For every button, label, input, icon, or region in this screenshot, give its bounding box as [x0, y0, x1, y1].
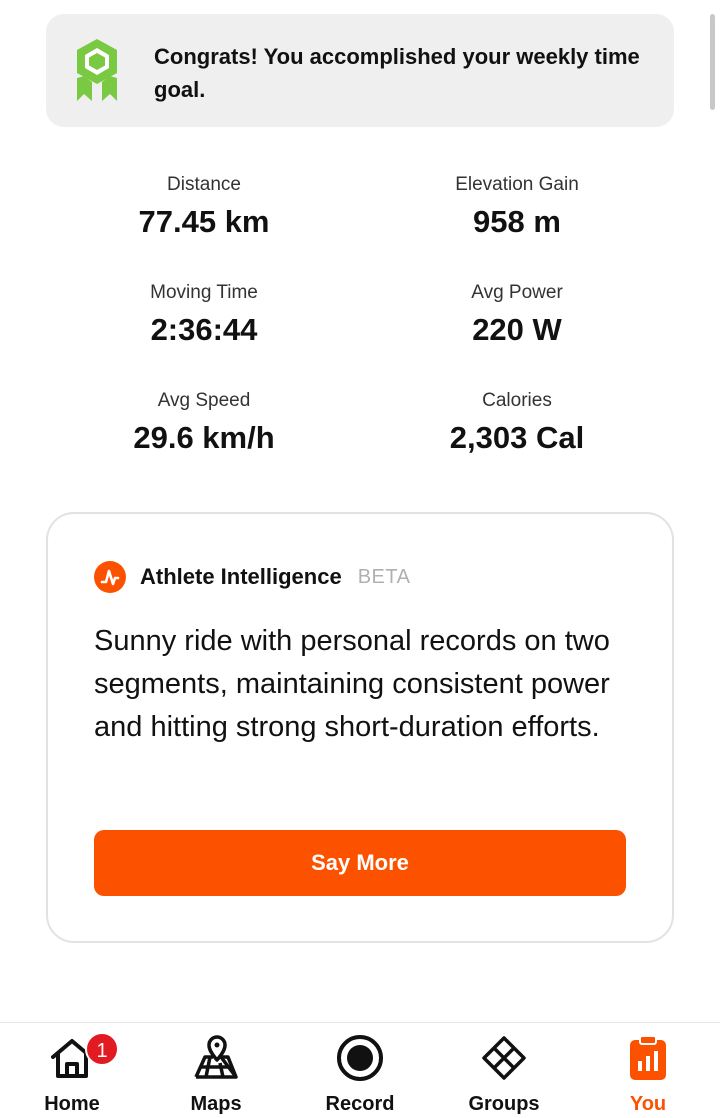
activity-detail-screen: Congrats! You accomplished your weekly t…	[0, 0, 720, 1118]
tab-label: Maps	[190, 1093, 242, 1115]
stat-value: 2:36:44	[150, 312, 258, 347]
goal-badge-icon	[77, 39, 117, 101]
stat-label: Calories	[482, 390, 552, 411]
tab-record[interactable]: Record	[288, 1023, 432, 1118]
congrats-message: Congrats! You accomplished your weekly t…	[154, 44, 640, 102]
map-icon	[194, 1035, 238, 1079]
say-more-button[interactable]: Say More	[94, 830, 626, 896]
stat-value: 220 W	[472, 312, 562, 347]
strava-logo-icon	[94, 561, 126, 593]
stat-value: 958 m	[473, 204, 561, 239]
stat-label: Elevation Gain	[455, 174, 579, 195]
athlete-intelligence-title: Athlete Intelligence	[140, 564, 342, 589]
athlete-intelligence-header: Athlete Intelligence BETA	[94, 560, 410, 594]
stat-avg-power: Avg Power 220 W	[367, 280, 667, 350]
you-icon	[630, 1035, 666, 1080]
tab-you[interactable]: You	[576, 1023, 720, 1118]
stat-label: Distance	[167, 174, 241, 195]
record-icon	[337, 1035, 383, 1081]
tab-groups[interactable]: Groups	[432, 1023, 576, 1118]
athlete-intelligence-summary: Sunny ride with personal records on two …	[94, 625, 610, 743]
stat-calories: Calories 2,303 Cal	[367, 388, 667, 458]
stat-label: Moving Time	[150, 282, 258, 303]
goal-congrats-banner: Congrats! You accomplished your weekly t…	[46, 14, 674, 127]
tab-maps[interactable]: Maps	[144, 1023, 288, 1118]
tab-label: Record	[325, 1093, 395, 1115]
stat-distance: Distance 77.45 km	[54, 172, 354, 242]
beta-badge: BETA	[357, 565, 411, 588]
stat-label: Avg Power	[471, 282, 563, 303]
stat-value: 29.6 km/h	[133, 420, 275, 455]
notification-badge: 1	[85, 1032, 119, 1066]
stat-avg-speed: Avg Speed 29.6 km/h	[54, 388, 354, 458]
stat-value: 2,303 Cal	[449, 420, 585, 455]
stat-label: Avg Speed	[157, 390, 251, 411]
tab-label: Groups	[468, 1093, 540, 1115]
stat-elevation-gain: Elevation Gain 958 m	[367, 172, 667, 242]
scrollbar[interactable]	[710, 14, 715, 110]
bottom-tab-bar: 1 Home Maps Record Groups You	[0, 1022, 720, 1118]
groups-icon	[482, 1036, 526, 1080]
tab-label: Home	[44, 1093, 100, 1115]
tab-label: You	[629, 1093, 667, 1115]
tab-home[interactable]: 1 Home	[0, 1023, 144, 1118]
stat-value: 77.45 km	[138, 204, 270, 239]
stat-moving-time: Moving Time 2:36:44	[54, 280, 354, 350]
athlete-intelligence-card: Athlete Intelligence BETA Sunny ride wit…	[46, 512, 674, 943]
